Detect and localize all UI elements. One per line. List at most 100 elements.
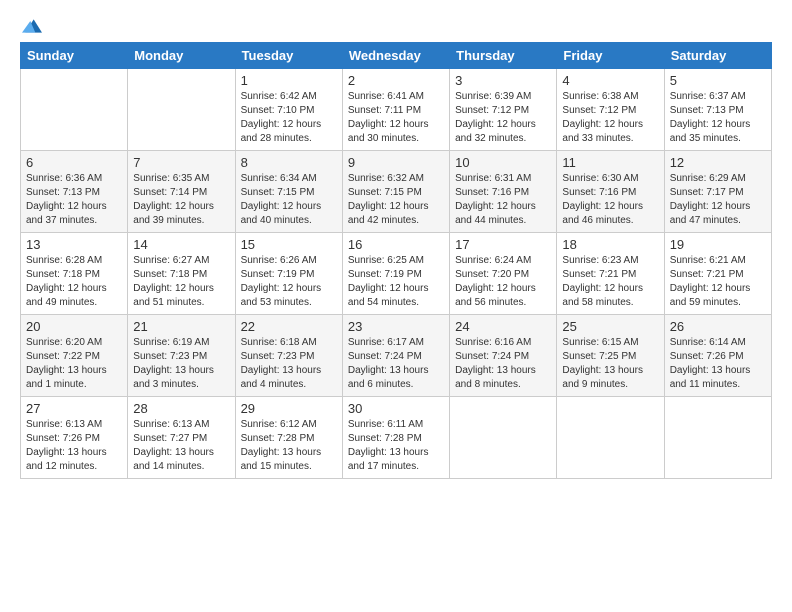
day-number: 8 <box>241 155 337 170</box>
day-number: 4 <box>562 73 658 88</box>
day-info: Sunrise: 6:17 AM Sunset: 7:24 PM Dayligh… <box>348 336 444 392</box>
calendar-cell: 26 Sunrise: 6:14 AM Sunset: 7:26 PM Dayli… <box>664 315 771 397</box>
weekday-header-saturday: Saturday <box>664 43 771 69</box>
day-info: Sunrise: 6:27 AM Sunset: 7:18 PM Dayligh… <box>133 254 229 310</box>
day-info: Sunrise: 6:19 AM Sunset: 7:23 PM Dayligh… <box>133 336 229 392</box>
weekday-header-sunday: Sunday <box>21 43 128 69</box>
day-number: 6 <box>26 155 122 170</box>
calendar-cell <box>21 69 128 151</box>
day-info: Sunrise: 6:42 AM Sunset: 7:10 PM Dayligh… <box>241 90 337 146</box>
weekday-header-thursday: Thursday <box>450 43 557 69</box>
calendar-cell: 5 Sunrise: 6:37 AM Sunset: 7:13 PM Daylig… <box>664 69 771 151</box>
day-info: Sunrise: 6:11 AM Sunset: 7:28 PM Dayligh… <box>348 418 444 474</box>
day-info: Sunrise: 6:16 AM Sunset: 7:24 PM Dayligh… <box>455 336 551 392</box>
logo-icon <box>22 16 42 36</box>
calendar-cell: 3 Sunrise: 6:39 AM Sunset: 7:12 PM Daylig… <box>450 69 557 151</box>
calendar-week-row: 1 Sunrise: 6:42 AM Sunset: 7:10 PM Daylig… <box>21 69 772 151</box>
calendar-cell <box>557 397 664 479</box>
day-info: Sunrise: 6:24 AM Sunset: 7:20 PM Dayligh… <box>455 254 551 310</box>
day-number: 2 <box>348 73 444 88</box>
day-info: Sunrise: 6:26 AM Sunset: 7:19 PM Dayligh… <box>241 254 337 310</box>
calendar-cell: 23 Sunrise: 6:17 AM Sunset: 7:24 PM Dayli… <box>342 315 449 397</box>
day-number: 21 <box>133 319 229 334</box>
calendar-table: SundayMondayTuesdayWednesdayThursdayFrid… <box>20 42 772 479</box>
calendar-cell: 6Sunrise: 6:36 AM Sunset: 7:13 PM Daylig… <box>21 151 128 233</box>
calendar-week-row: 20Sunrise: 6:20 AM Sunset: 7:22 PM Dayli… <box>21 315 772 397</box>
day-number: 24 <box>455 319 551 334</box>
calendar-cell: 9 Sunrise: 6:32 AM Sunset: 7:15 PM Daylig… <box>342 151 449 233</box>
day-info: Sunrise: 6:39 AM Sunset: 7:12 PM Dayligh… <box>455 90 551 146</box>
day-number: 9 <box>348 155 444 170</box>
calendar-week-row: 27Sunrise: 6:13 AM Sunset: 7:26 PM Dayli… <box>21 397 772 479</box>
calendar-cell <box>664 397 771 479</box>
day-info: Sunrise: 6:13 AM Sunset: 7:27 PM Dayligh… <box>133 418 229 474</box>
calendar-cell: 14 Sunrise: 6:27 AM Sunset: 7:18 PM Dayli… <box>128 233 235 315</box>
day-number: 29 <box>241 401 337 416</box>
calendar-cell <box>450 397 557 479</box>
day-info: Sunrise: 6:25 AM Sunset: 7:19 PM Dayligh… <box>348 254 444 310</box>
day-number: 18 <box>562 237 658 252</box>
day-number: 16 <box>348 237 444 252</box>
calendar-cell: 15 Sunrise: 6:26 AM Sunset: 7:19 PM Dayli… <box>235 233 342 315</box>
day-info: Sunrise: 6:21 AM Sunset: 7:21 PM Dayligh… <box>670 254 766 310</box>
calendar-cell: 29 Sunrise: 6:12 AM Sunset: 7:28 PM Dayli… <box>235 397 342 479</box>
day-number: 22 <box>241 319 337 334</box>
calendar-cell: 22 Sunrise: 6:18 AM Sunset: 7:23 PM Dayli… <box>235 315 342 397</box>
day-number: 3 <box>455 73 551 88</box>
calendar-cell: 25 Sunrise: 6:15 AM Sunset: 7:25 PM Dayli… <box>557 315 664 397</box>
calendar-cell: 28 Sunrise: 6:13 AM Sunset: 7:27 PM Dayli… <box>128 397 235 479</box>
day-number: 26 <box>670 319 766 334</box>
logo <box>20 16 42 32</box>
day-number: 20 <box>26 319 122 334</box>
day-number: 10 <box>455 155 551 170</box>
day-number: 25 <box>562 319 658 334</box>
day-info: Sunrise: 6:12 AM Sunset: 7:28 PM Dayligh… <box>241 418 337 474</box>
day-info: Sunrise: 6:38 AM Sunset: 7:12 PM Dayligh… <box>562 90 658 146</box>
calendar-cell: 20Sunrise: 6:20 AM Sunset: 7:22 PM Dayli… <box>21 315 128 397</box>
calendar-cell: 1 Sunrise: 6:42 AM Sunset: 7:10 PM Daylig… <box>235 69 342 151</box>
day-number: 1 <box>241 73 337 88</box>
day-number: 27 <box>26 401 122 416</box>
day-info: Sunrise: 6:29 AM Sunset: 7:17 PM Dayligh… <box>670 172 766 228</box>
day-number: 5 <box>670 73 766 88</box>
weekday-header-tuesday: Tuesday <box>235 43 342 69</box>
day-number: 28 <box>133 401 229 416</box>
day-number: 23 <box>348 319 444 334</box>
calendar-cell: 30 Sunrise: 6:11 AM Sunset: 7:28 PM Dayli… <box>342 397 449 479</box>
calendar-cell: 2 Sunrise: 6:41 AM Sunset: 7:11 PM Daylig… <box>342 69 449 151</box>
day-info: Sunrise: 6:41 AM Sunset: 7:11 PM Dayligh… <box>348 90 444 146</box>
day-info: Sunrise: 6:14 AM Sunset: 7:26 PM Dayligh… <box>670 336 766 392</box>
calendar-cell: 11 Sunrise: 6:30 AM Sunset: 7:16 PM Dayli… <box>557 151 664 233</box>
day-info: Sunrise: 6:18 AM Sunset: 7:23 PM Dayligh… <box>241 336 337 392</box>
day-info: Sunrise: 6:34 AM Sunset: 7:15 PM Dayligh… <box>241 172 337 228</box>
weekday-header-friday: Friday <box>557 43 664 69</box>
day-number: 30 <box>348 401 444 416</box>
calendar-cell: 18 Sunrise: 6:23 AM Sunset: 7:21 PM Dayli… <box>557 233 664 315</box>
day-info: Sunrise: 6:30 AM Sunset: 7:16 PM Dayligh… <box>562 172 658 228</box>
day-info: Sunrise: 6:37 AM Sunset: 7:13 PM Dayligh… <box>670 90 766 146</box>
page: SundayMondayTuesdayWednesdayThursdayFrid… <box>0 0 792 612</box>
calendar-cell: 4 Sunrise: 6:38 AM Sunset: 7:12 PM Daylig… <box>557 69 664 151</box>
calendar-cell: 8 Sunrise: 6:34 AM Sunset: 7:15 PM Daylig… <box>235 151 342 233</box>
calendar-header-row: SundayMondayTuesdayWednesdayThursdayFrid… <box>21 43 772 69</box>
day-info: Sunrise: 6:31 AM Sunset: 7:16 PM Dayligh… <box>455 172 551 228</box>
day-info: Sunrise: 6:15 AM Sunset: 7:25 PM Dayligh… <box>562 336 658 392</box>
calendar-cell: 24 Sunrise: 6:16 AM Sunset: 7:24 PM Dayli… <box>450 315 557 397</box>
weekday-header-wednesday: Wednesday <box>342 43 449 69</box>
day-number: 19 <box>670 237 766 252</box>
calendar-cell: 13Sunrise: 6:28 AM Sunset: 7:18 PM Dayli… <box>21 233 128 315</box>
day-number: 11 <box>562 155 658 170</box>
day-number: 15 <box>241 237 337 252</box>
day-info: Sunrise: 6:35 AM Sunset: 7:14 PM Dayligh… <box>133 172 229 228</box>
day-info: Sunrise: 6:32 AM Sunset: 7:15 PM Dayligh… <box>348 172 444 228</box>
calendar-cell: 19 Sunrise: 6:21 AM Sunset: 7:21 PM Dayli… <box>664 233 771 315</box>
day-info: Sunrise: 6:23 AM Sunset: 7:21 PM Dayligh… <box>562 254 658 310</box>
calendar-cell: 16 Sunrise: 6:25 AM Sunset: 7:19 PM Dayli… <box>342 233 449 315</box>
calendar-cell: 10 Sunrise: 6:31 AM Sunset: 7:16 PM Dayli… <box>450 151 557 233</box>
calendar-week-row: 13Sunrise: 6:28 AM Sunset: 7:18 PM Dayli… <box>21 233 772 315</box>
day-info: Sunrise: 6:28 AM Sunset: 7:18 PM Dayligh… <box>26 254 122 310</box>
weekday-header-monday: Monday <box>128 43 235 69</box>
calendar-cell: 27Sunrise: 6:13 AM Sunset: 7:26 PM Dayli… <box>21 397 128 479</box>
day-number: 12 <box>670 155 766 170</box>
day-number: 14 <box>133 237 229 252</box>
